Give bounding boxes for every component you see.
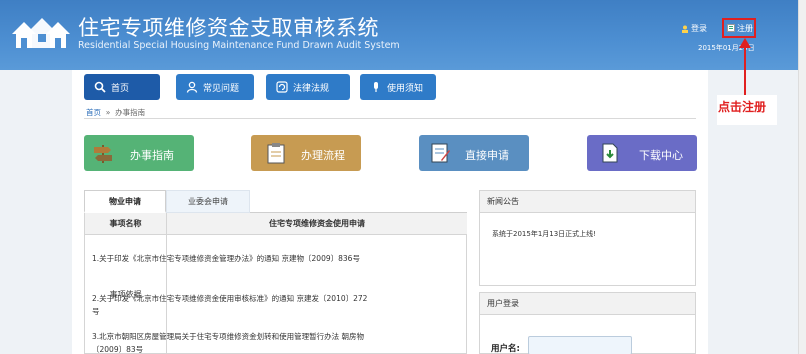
nav-home-label: 首页 — [111, 83, 130, 94]
username-input[interactable] — [528, 336, 632, 354]
login-title: 用户登录 — [480, 293, 695, 315]
quick-apply-label: 直接申请 — [465, 149, 509, 162]
quick-guide-label: 办事指南 — [130, 149, 174, 162]
refresh-icon — [276, 81, 288, 93]
news-item[interactable]: 系统于2015年1月13日正式上线! — [492, 229, 596, 239]
annotation-text: 点击注册 — [718, 100, 767, 114]
apply-tabs: 物业申请 业委会申请 — [84, 188, 467, 213]
law-item-2: 2.关于印发《北京市住宅专项维修资金使用审核标准》的通知 京建发〔2010〕27… — [92, 294, 368, 316]
register-icon — [727, 24, 735, 32]
app-subtitle: Residential Special Housing Maintenance … — [78, 40, 400, 51]
quick-apply-button[interactable]: 直接申请 — [419, 135, 529, 171]
download-icon — [602, 143, 618, 163]
login-panel: 用户登录 用户名: — [479, 292, 696, 354]
breadcrumb-current: 办事指南 — [115, 108, 146, 117]
breadcrumb-home[interactable]: 首页 — [86, 108, 101, 117]
register-label: 注册 — [737, 23, 753, 33]
tab-property-apply[interactable]: 物业申请 — [84, 190, 166, 213]
breadcrumb: 首页 » 办事指南 — [86, 107, 145, 118]
user-icon — [682, 25, 688, 33]
nav-guide-label: 使用须知 — [387, 83, 424, 94]
quick-process-label: 办理流程 — [301, 149, 345, 162]
nav-laws-label: 法律法规 — [293, 83, 330, 94]
search-icon — [94, 81, 106, 93]
divider — [84, 118, 696, 119]
nav-guide[interactable]: 使用须知 — [360, 74, 436, 100]
table-header-name: 事项名称 — [85, 213, 167, 235]
login-label: 登录 — [691, 24, 707, 33]
tab-committee-apply[interactable]: 业委会申请 — [166, 190, 250, 213]
nav-laws[interactable]: 法律法规 — [266, 74, 350, 100]
microphone-icon — [374, 82, 378, 92]
houses-logo-icon — [12, 18, 70, 48]
header: 住宅专项维修资金支取审核系统 Residential Special Housi… — [0, 0, 806, 70]
annotation-arrow-icon — [739, 38, 751, 96]
quick-download-label: 下载中心 — [639, 149, 683, 162]
user-icon — [186, 81, 198, 93]
username-label: 用户名: — [491, 344, 520, 354]
breadcrumb-separator: » — [105, 108, 111, 117]
register-link[interactable]: 注册 — [722, 18, 756, 38]
scrollbar[interactable] — [798, 0, 806, 354]
law-item-3: 3.北京市朝阳区房屋管理局关于住宅专项维修资金划转和使用管理暂行办法 朝房物〔2… — [92, 332, 365, 354]
quick-guide-button[interactable]: 办事指南 — [84, 135, 194, 171]
login-link[interactable]: 登录 — [681, 23, 707, 34]
news-panel: 新闻公告 系统于2015年1月13日正式上线! — [479, 190, 696, 286]
law-item-1: 1.关于印发《北京市住宅专项维修资金管理办法》的通知 京建物〔2009〕836号 — [92, 254, 360, 263]
nav-home[interactable]: 首页 — [84, 74, 160, 100]
quick-download-button[interactable]: 下载中心 — [587, 135, 697, 171]
nav-faq[interactable]: 常见问题 — [176, 74, 254, 100]
app-title: 住宅专项维修资金支取审核系统 — [78, 16, 379, 40]
signpost-icon — [94, 145, 112, 163]
nav-faq-label: 常见问题 — [203, 83, 240, 94]
form-icon — [431, 143, 450, 163]
quick-process-button[interactable]: 办理流程 — [251, 135, 361, 171]
table-header-value: 住宅专项维修资金使用申请 — [167, 213, 467, 235]
main-nav: 首页 常见问题 法律法规 使用须知 — [72, 74, 708, 100]
clipboard-icon — [267, 143, 285, 164]
news-title: 新闻公告 — [480, 191, 695, 213]
